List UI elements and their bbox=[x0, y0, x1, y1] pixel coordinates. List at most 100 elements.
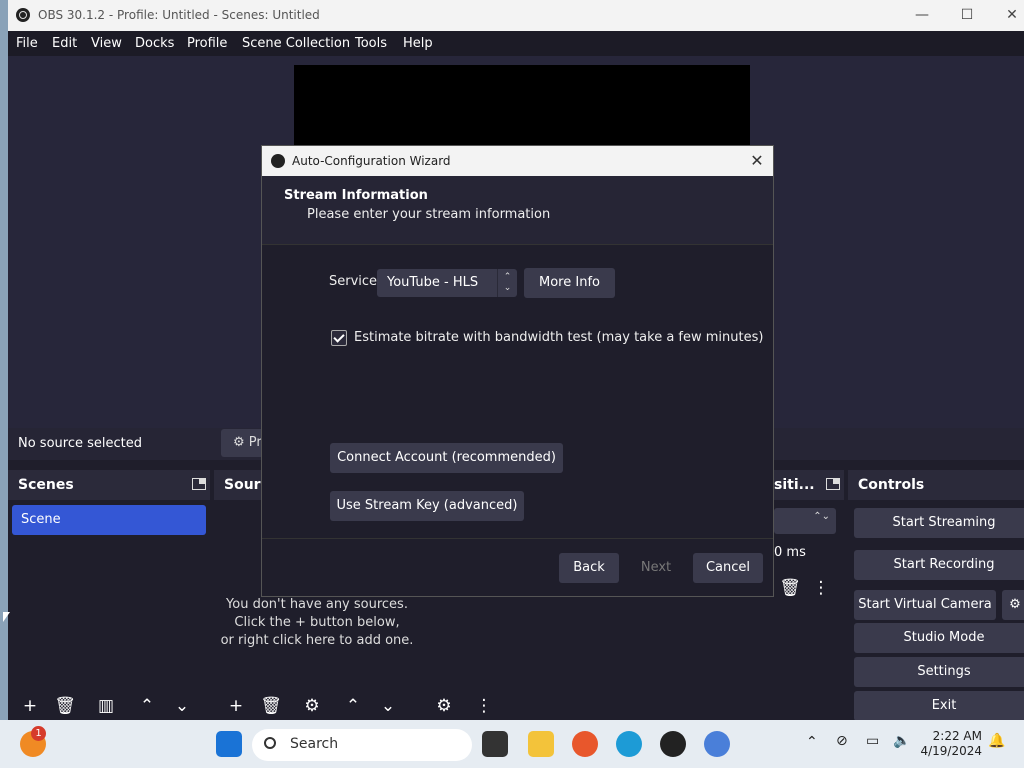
estimate-bitrate-checkbox[interactable] bbox=[331, 330, 347, 346]
window-title: OBS 30.1.2 - Profile: Untitled - Scenes:… bbox=[38, 8, 320, 22]
service-label: Service bbox=[329, 274, 378, 289]
empty-line-3: or right click here to add one. bbox=[220, 633, 414, 648]
clock-time: 2:22 AM bbox=[932, 729, 982, 743]
dialog-titlebar: Auto-Configuration Wizard ✕ bbox=[262, 146, 773, 176]
start-recording-button[interactable]: Start Recording bbox=[854, 550, 1024, 580]
mixer-toolbar: ⚙ ⋮ bbox=[424, 692, 686, 720]
start-virtual-camera-button[interactable]: Start Virtual Camera bbox=[854, 590, 996, 620]
menu-bar: File Edit View Docks Profile Scene Colle… bbox=[8, 31, 1024, 56]
add-source-button[interactable]: + bbox=[220, 692, 252, 720]
maximize-button[interactable]: ☐ bbox=[953, 4, 981, 26]
mouse-cursor bbox=[3, 612, 10, 622]
use-stream-key-button[interactable]: Use Stream Key (advanced) bbox=[330, 491, 524, 521]
remove-scene-button[interactable]: 🗑 bbox=[49, 692, 81, 720]
obs-taskbar-icon[interactable] bbox=[660, 731, 686, 757]
undock-icon[interactable] bbox=[192, 478, 206, 490]
controls-title: Controls bbox=[858, 477, 925, 493]
duration-value[interactable]: 0 ms bbox=[774, 545, 806, 560]
menu-docks[interactable]: Docks bbox=[135, 36, 174, 51]
network-icon[interactable]: ⊘ bbox=[836, 733, 848, 749]
move-scene-down-button[interactable]: ⌄ bbox=[166, 692, 198, 720]
chrome-icon[interactable] bbox=[704, 731, 730, 757]
start-streaming-button[interactable]: Start Streaming bbox=[854, 508, 1024, 538]
display-icon[interactable]: ▭ bbox=[866, 733, 879, 749]
dialog-header: Stream Information Please enter your str… bbox=[262, 176, 773, 245]
exit-button[interactable]: Exit bbox=[854, 691, 1024, 720]
service-select[interactable]: YouTube - HLS ⌃ ⌄ bbox=[377, 269, 517, 297]
scenes-dock-header: Scenes bbox=[8, 470, 210, 500]
file-explorer-icon[interactable] bbox=[528, 731, 554, 757]
move-source-up-button[interactable]: ⌃ bbox=[337, 692, 369, 720]
scenes-dock: Scenes Scene + 🗑 ▥ ⌃ ⌄ bbox=[8, 470, 210, 720]
dialog-close-button[interactable]: ✕ bbox=[747, 150, 767, 172]
next-button[interactable]: Next bbox=[626, 553, 686, 583]
obs-logo-icon bbox=[16, 8, 30, 22]
virtual-camera-settings-button[interactable]: ⚙ bbox=[1002, 590, 1024, 620]
edge-icon[interactable] bbox=[616, 731, 642, 757]
studio-mode-button[interactable]: Studio Mode bbox=[854, 623, 1024, 653]
transition-menu-button[interactable]: ⋮ bbox=[805, 574, 837, 602]
source-properties-button[interactable]: ⚙ bbox=[296, 692, 328, 720]
firefox-icon[interactable] bbox=[572, 731, 598, 757]
search-placeholder: Search bbox=[290, 736, 339, 752]
transitions-title: siti... bbox=[774, 477, 815, 493]
menu-help[interactable]: Help bbox=[403, 36, 433, 51]
cancel-button[interactable]: Cancel bbox=[693, 553, 763, 583]
dialog-heading: Stream Information bbox=[284, 188, 428, 203]
menu-view[interactable]: View bbox=[91, 36, 122, 51]
add-scene-button[interactable]: + bbox=[14, 692, 46, 720]
back-button[interactable]: Back bbox=[559, 553, 619, 583]
properties-label: Pr bbox=[248, 435, 262, 450]
auto-config-wizard-dialog: Auto-Configuration Wizard ✕ Stream Infor… bbox=[261, 145, 774, 597]
volume-icon[interactable]: 🔈 bbox=[893, 733, 910, 749]
obs-logo-icon bbox=[271, 154, 285, 168]
menu-file[interactable]: File bbox=[16, 36, 38, 51]
start-menu-icon[interactable] bbox=[216, 731, 242, 757]
estimate-bitrate-label[interactable]: Estimate bitrate with bandwidth test (ma… bbox=[354, 330, 763, 345]
scenes-title: Scenes bbox=[18, 477, 74, 493]
mixer-settings-button[interactable]: ⚙ bbox=[428, 692, 460, 720]
no-source-label: No source selected bbox=[18, 436, 142, 451]
settings-button[interactable]: Settings bbox=[854, 657, 1024, 687]
window-close-button[interactable]: ✕ bbox=[998, 4, 1024, 26]
empty-line-1: You don't have any sources. bbox=[226, 597, 408, 612]
scene-filters-button[interactable]: ▥ bbox=[90, 692, 122, 720]
connect-account-button[interactable]: Connect Account (recommended) bbox=[330, 443, 563, 473]
taskbar: 1 ⌃ ⊘ ▭ 🔈 🔔 bbox=[0, 720, 1024, 768]
controls-dock: Controls Start Streaming Start Recording… bbox=[848, 470, 1024, 720]
more-info-button[interactable]: More Info bbox=[524, 268, 615, 298]
move-scene-up-button[interactable]: ⌃ bbox=[131, 692, 163, 720]
menu-tools[interactable]: Tools bbox=[355, 36, 387, 51]
task-view-icon[interactable] bbox=[482, 731, 508, 757]
dialog-separator bbox=[262, 538, 773, 539]
updown-icon: ⌃⌄ bbox=[813, 511, 830, 522]
remove-source-button[interactable]: 🗑 bbox=[255, 692, 287, 720]
system-clock[interactable]: 2:22 AM 4/19/2024 bbox=[918, 729, 982, 759]
sources-toolbar: + 🗑 ⚙ ⌃ ⌄ bbox=[214, 692, 420, 720]
move-source-down-button[interactable]: ⌄ bbox=[372, 692, 404, 720]
chevron-up-icon[interactable]: ⌃ bbox=[806, 734, 818, 750]
remove-transition-button[interactable]: 🗑 bbox=[774, 574, 806, 602]
clock-date: 4/19/2024 bbox=[920, 744, 982, 758]
dialog-subheading: Please enter your stream information bbox=[307, 207, 551, 222]
scenes-toolbar: + 🗑 ▥ ⌃ ⌄ bbox=[8, 692, 210, 720]
undock-icon[interactable] bbox=[826, 478, 840, 490]
empty-line-2: Click the + button below, bbox=[234, 615, 400, 630]
dialog-title: Auto-Configuration Wizard bbox=[292, 154, 451, 168]
window-titlebar: OBS 30.1.2 - Profile: Untitled - Scenes:… bbox=[8, 0, 1024, 31]
sources-empty-message: You don't have any sources. Click the + … bbox=[214, 596, 420, 650]
minimize-button[interactable]: — bbox=[908, 4, 936, 26]
notification-badge: 1 bbox=[31, 726, 46, 741]
controls-dock-header: Controls bbox=[848, 470, 1024, 500]
bell-icon[interactable]: 🔔 bbox=[988, 733, 1005, 749]
menu-profile[interactable]: Profile bbox=[187, 36, 227, 51]
mixer-menu-button[interactable]: ⋮ bbox=[468, 692, 500, 720]
scene-list-item[interactable]: Scene bbox=[12, 505, 206, 535]
taskbar-search-box[interactable]: Search bbox=[252, 729, 472, 761]
search-icon bbox=[264, 737, 276, 749]
menu-edit[interactable]: Edit bbox=[52, 36, 77, 51]
transition-select[interactable]: ⌃⌄ bbox=[774, 508, 836, 534]
updown-icon: ⌃⌄ bbox=[497, 269, 517, 297]
service-value: YouTube - HLS bbox=[387, 275, 479, 290]
menu-scene-collection[interactable]: Scene Collection bbox=[242, 36, 350, 51]
